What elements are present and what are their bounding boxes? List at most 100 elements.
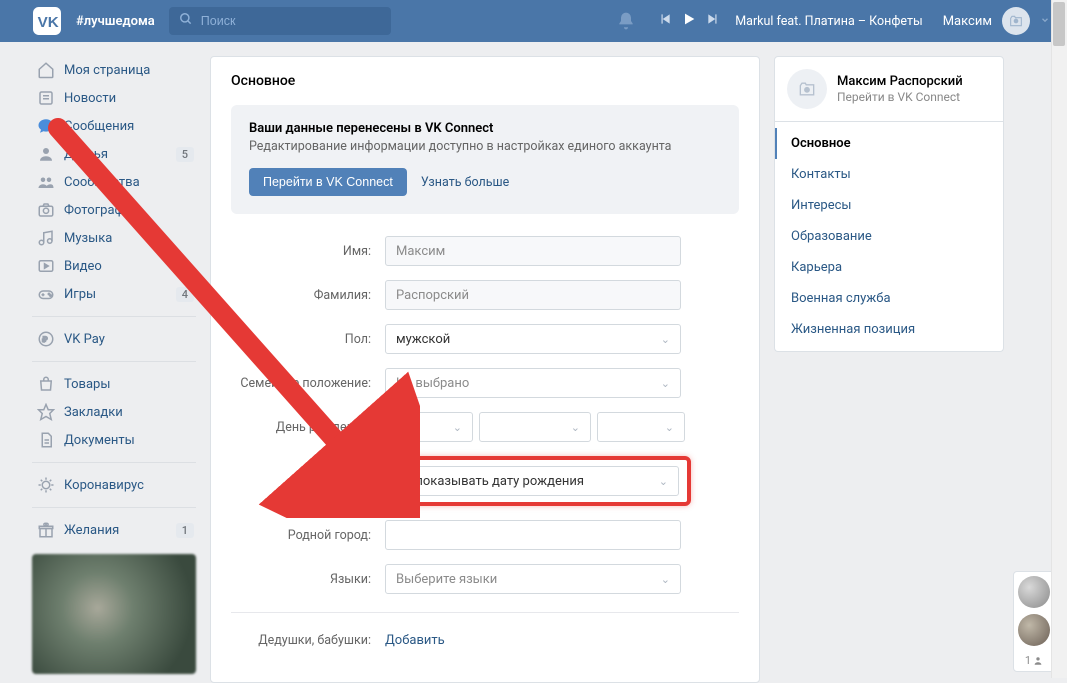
chevron-down-icon: ⌄: [571, 421, 580, 434]
search-box[interactable]: [169, 7, 391, 35]
surname-label: Фамилия:: [231, 288, 385, 303]
nav-friends[interactable]: Друзья5: [32, 140, 196, 168]
nav-label: Новости: [64, 91, 116, 106]
camera-icon: [36, 200, 56, 220]
add-grandparents-link[interactable]: Добавить: [385, 633, 445, 648]
nav-vk-pay[interactable]: ₽VK Pay: [32, 325, 196, 353]
chat-widget[interactable]: 1: [1013, 571, 1055, 672]
nav-label: Сообщения: [64, 119, 134, 134]
nav-games[interactable]: Игры4: [32, 280, 196, 308]
nav-label: Сообщества: [64, 175, 140, 190]
friends-icon: [36, 144, 56, 164]
search-input[interactable]: [201, 14, 381, 28]
nav-communities[interactable]: Сообщества: [32, 168, 196, 196]
nav-market[interactable]: Товары: [32, 370, 196, 398]
chat-avatar[interactable]: [1018, 614, 1050, 646]
chat-count: 1: [1025, 654, 1043, 667]
header-avatar: [1002, 7, 1030, 35]
nav-bookmarks[interactable]: Закладки: [32, 398, 196, 426]
sex-select[interactable]: мужской⌄: [385, 324, 681, 354]
scrollbar-thumb[interactable]: [1053, 2, 1065, 46]
vk-logo[interactable]: VK: [26, 0, 68, 42]
music-player: Markul feat. Платина – Конфеты: [658, 11, 942, 31]
nav-my-page[interactable]: Моя страница: [32, 56, 196, 84]
settings-tabs: Основное Контакты Интересы Образование К…: [774, 122, 1004, 352]
profile-name: Максим Распорский: [837, 74, 963, 89]
birthday-year-select[interactable]: ⌄: [597, 412, 685, 442]
notifications-icon[interactable]: [616, 11, 636, 31]
go-vk-connect-button[interactable]: Перейти в VK Connect: [249, 168, 407, 196]
star-icon: [36, 402, 56, 422]
nav-badge: 5: [176, 147, 194, 162]
profile-sublink[interactable]: Перейти в VK Connect: [837, 90, 963, 104]
prev-track-icon[interactable]: [658, 12, 672, 30]
sex-label: Пол:: [231, 332, 385, 347]
surname-input[interactable]: Распорский: [385, 280, 681, 310]
name-input[interactable]: Максим: [385, 236, 681, 266]
chevron-down-icon: ⌄: [661, 573, 670, 586]
nav-label: Фотографии: [64, 203, 139, 218]
chevron-down-icon: ⌄: [665, 421, 674, 434]
page-body: Моя страница Новости Сообщения Друзья5 С…: [0, 42, 1067, 683]
nav-separator: [32, 462, 196, 463]
tab-military[interactable]: Военная служба: [775, 283, 1003, 314]
communities-icon: [36, 172, 56, 192]
tab-career[interactable]: Карьера: [775, 252, 1003, 283]
svg-text:VK: VK: [38, 14, 59, 31]
nav-video[interactable]: Видео: [32, 252, 196, 280]
nav-separator: [32, 507, 196, 508]
languages-select[interactable]: Выберите языки⌄: [385, 564, 681, 594]
chevron-down-icon: ⌄: [661, 377, 670, 390]
lang-label: Языки:: [231, 572, 385, 587]
learn-more-link[interactable]: Узнать больше: [421, 175, 509, 190]
gift-icon: [36, 520, 56, 540]
scrollbar[interactable]: [1051, 0, 1067, 678]
tab-education[interactable]: Образование: [775, 221, 1003, 252]
next-track-icon[interactable]: [706, 12, 720, 30]
chat-avatar[interactable]: [1018, 576, 1050, 608]
nav-news[interactable]: Новости: [32, 84, 196, 112]
chevron-down-icon: [1040, 14, 1050, 29]
birthday-label: День рождения:: [231, 420, 385, 435]
nav-documents[interactable]: Документы: [32, 426, 196, 454]
play-icon[interactable]: [681, 11, 697, 31]
name-label: Имя:: [231, 244, 385, 259]
news-icon: [36, 88, 56, 108]
nav-wishes[interactable]: Желания1: [32, 516, 196, 544]
page-title: Основное: [211, 57, 759, 105]
birthday-visibility-select[interactable]: Не показывать дату рождения⌄: [385, 466, 679, 496]
marital-select[interactable]: Не выбрано⌄: [385, 368, 681, 398]
birthday-month-select[interactable]: ⌄: [479, 412, 591, 442]
tab-life-position[interactable]: Жизненная позиция: [775, 314, 1003, 345]
nav-music[interactable]: Музыка: [32, 224, 196, 252]
tab-contacts[interactable]: Контакты: [775, 159, 1003, 190]
form-divider: [231, 612, 739, 613]
market-icon: [36, 374, 56, 394]
nav-badge: 1: [176, 523, 194, 538]
song-title[interactable]: Markul feat. Платина – Конфеты: [735, 14, 922, 29]
birthday-day-select[interactable]: ⌄: [385, 412, 473, 442]
tab-general[interactable]: Основное: [775, 128, 1003, 159]
notice-subtitle: Редактирование информации доступно в нас…: [249, 139, 721, 154]
nav-label: Музыка: [64, 231, 112, 246]
profile-card[interactable]: Максим Распорский Перейти в VK Connect: [774, 56, 1004, 122]
header-user-menu[interactable]: Максим: [943, 7, 1050, 35]
notice-title: Ваши данные перенесены в VK Connect: [249, 121, 721, 136]
right-sidebar: Максим Распорский Перейти в VK Connect О…: [774, 56, 1004, 352]
home-icon: [36, 60, 56, 80]
tab-interests[interactable]: Интересы: [775, 190, 1003, 221]
highlight-annotation: Не показывать дату рождения⌄: [375, 456, 691, 506]
header-hashtag[interactable]: #лучшедома: [76, 14, 155, 29]
nav-coronavirus[interactable]: Коронавирус: [32, 471, 196, 499]
sidebar-promo[interactable]: [32, 554, 196, 674]
grandparents-label: Дедушки, бабушки:: [231, 633, 385, 648]
nav-label: Товары: [64, 377, 110, 392]
nav-separator: [32, 361, 196, 362]
nav-messages[interactable]: Сообщения: [32, 112, 196, 140]
left-sidebar: Моя страница Новости Сообщения Друзья5 С…: [32, 56, 196, 674]
nav-label: Документы: [64, 433, 135, 448]
video-icon: [36, 256, 56, 276]
nav-photos[interactable]: Фотографии: [32, 196, 196, 224]
virus-icon: [36, 475, 56, 495]
hometown-input[interactable]: [385, 520, 681, 550]
